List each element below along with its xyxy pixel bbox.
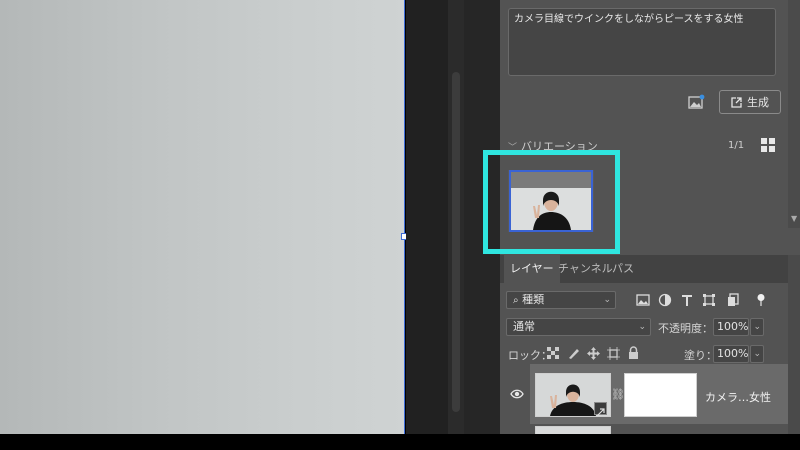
variations-count: 1/1 bbox=[728, 140, 745, 151]
next-layer-thumbnail[interactable] bbox=[535, 426, 611, 434]
pixel-layer-filter-icon[interactable] bbox=[636, 293, 650, 307]
filter-kind: 種類 bbox=[522, 293, 545, 306]
lock-artboard-icon[interactable] bbox=[607, 347, 620, 360]
scroll-down-arrow-icon[interactable]: ▼ bbox=[791, 214, 797, 223]
grid-view-icon[interactable] bbox=[761, 138, 775, 152]
opacity-value: 100% bbox=[717, 320, 749, 333]
blend-mode-select[interactable]: 通常 ⌄ bbox=[506, 318, 651, 336]
filter-toggle-icon[interactable] bbox=[754, 293, 768, 307]
lock-position-icon[interactable] bbox=[587, 347, 600, 360]
image-reference-icon[interactable] bbox=[688, 94, 706, 110]
opacity-dropdown[interactable]: ⌄ bbox=[750, 318, 764, 336]
layers-scrollbar[interactable] bbox=[788, 255, 800, 434]
shape-layer-filter-icon[interactable] bbox=[702, 293, 716, 307]
lock-image-pixels-icon[interactable] bbox=[567, 347, 580, 360]
chevron-down-icon: ⌄ bbox=[753, 322, 761, 332]
prompt-input[interactable]: カメラ目線でウインクをしながらピースをする女性 bbox=[508, 8, 776, 76]
search-icon: ⌕ bbox=[513, 295, 519, 306]
prompt-text: カメラ目線でウインクをしながらピースをする女性 bbox=[514, 14, 744, 25]
chevron-down-icon: ⌄ bbox=[753, 349, 761, 359]
fill-input[interactable]: 100% bbox=[713, 345, 749, 363]
fill-dropdown[interactable]: ⌄ bbox=[750, 345, 764, 363]
adjustment-layer-filter-icon[interactable] bbox=[658, 293, 672, 307]
opacity-input[interactable]: 100% bbox=[713, 318, 749, 336]
highlight-frame bbox=[483, 150, 620, 254]
type-layer-filter-icon[interactable] bbox=[680, 293, 694, 307]
chevron-down-icon: ⌄ bbox=[603, 295, 611, 305]
generate-label: 生成 bbox=[747, 96, 769, 109]
external-generate-icon bbox=[731, 96, 742, 108]
panel-scrollbar[interactable] bbox=[788, 0, 800, 228]
lock-label: ロック： bbox=[508, 349, 552, 362]
link-chain-icon[interactable]: ⛓ bbox=[611, 388, 625, 401]
chevron-down-icon: ⌄ bbox=[638, 322, 646, 332]
layer-filter-select[interactable]: ⌕ 種類 ⌄ bbox=[506, 291, 616, 309]
vertical-scrollbar-thumb[interactable] bbox=[452, 72, 460, 412]
opacity-label: 不透明度： bbox=[658, 322, 713, 335]
tab-paths[interactable]: パス bbox=[606, 255, 640, 283]
bottom-letterbox bbox=[0, 434, 800, 450]
blend-mode-value: 通常 bbox=[513, 320, 535, 333]
layer-mask-thumbnail[interactable] bbox=[624, 373, 697, 417]
lock-all-icon[interactable] bbox=[628, 346, 639, 359]
layers-tab-bar: レイヤー チャンネル パス bbox=[500, 255, 800, 283]
eye-icon[interactable] bbox=[510, 388, 524, 400]
document-canvas[interactable] bbox=[0, 0, 405, 434]
pasteboard bbox=[406, 0, 448, 434]
canvas-bounding-edge bbox=[404, 0, 405, 434]
lock-transparent-pixels-icon[interactable] bbox=[547, 347, 559, 359]
generate-button[interactable]: 生成 bbox=[719, 90, 781, 114]
smart-object-filter-icon[interactable] bbox=[726, 293, 740, 307]
fill-value: 100% bbox=[717, 347, 749, 360]
layer-name[interactable]: カメラ…女性 bbox=[705, 389, 771, 405]
smart-object-badge-icon bbox=[594, 402, 607, 417]
